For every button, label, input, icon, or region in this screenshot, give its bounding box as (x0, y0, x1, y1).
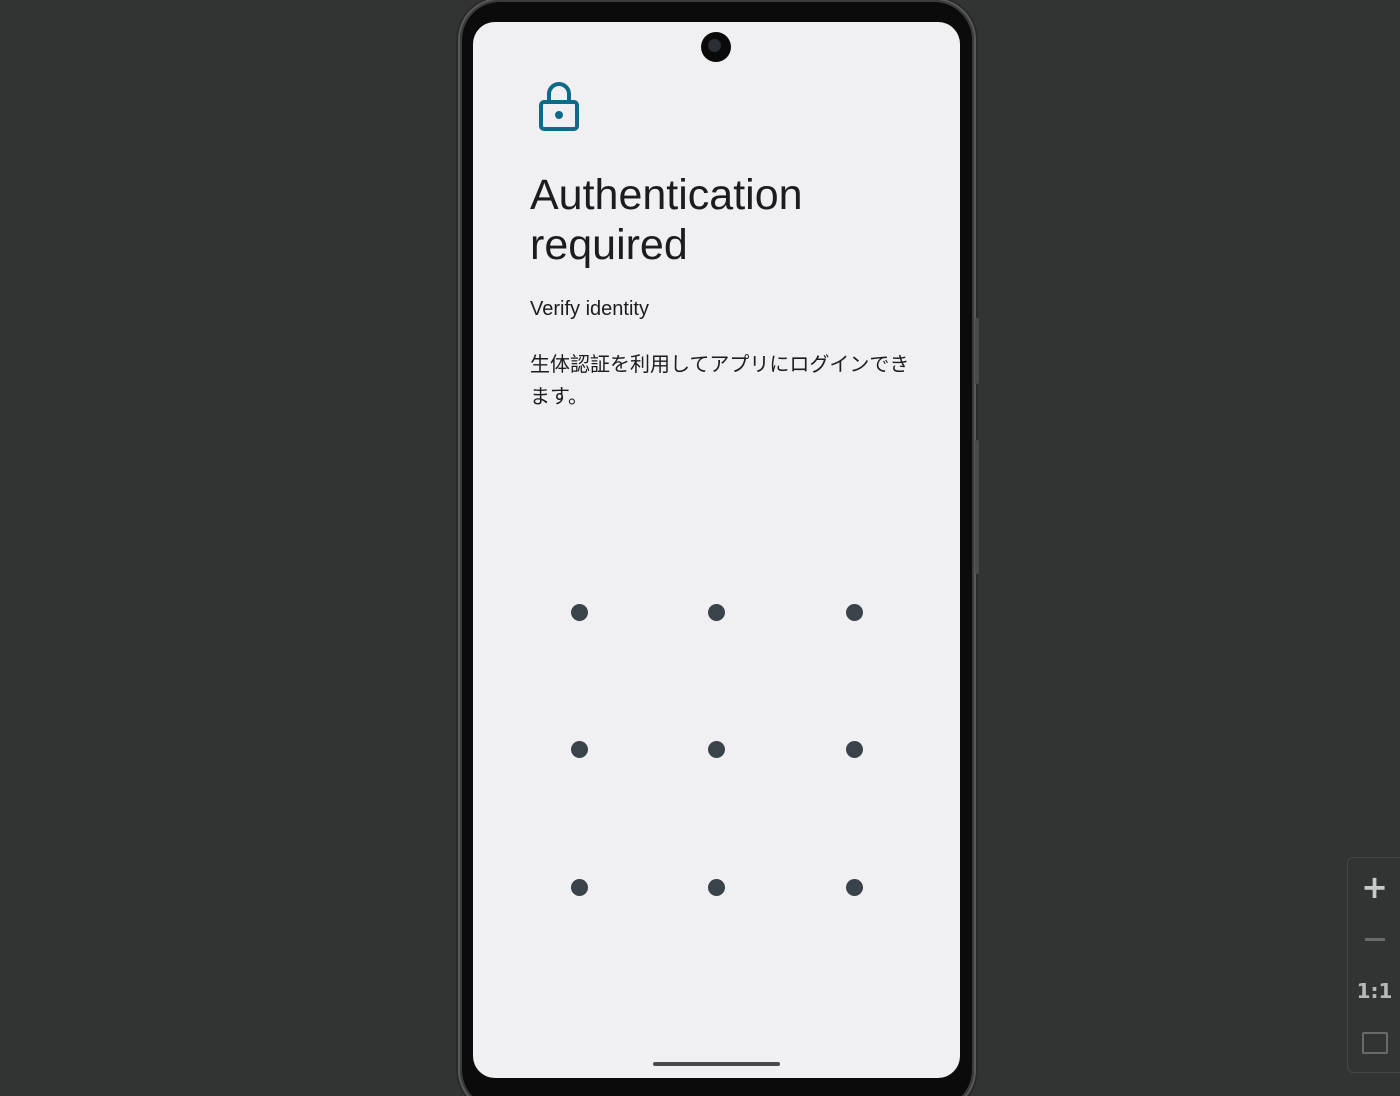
pattern-dot[interactable] (570, 878, 588, 896)
device-screen[interactable]: Authentication required Verify identity … (473, 22, 960, 1078)
actual-size-button[interactable]: 1:1 (1348, 965, 1400, 1017)
fit-screen-icon[interactable] (1348, 1017, 1400, 1069)
pattern-dot[interactable] (707, 878, 725, 896)
emulator-stage: Authentication required Verify identity … (0, 0, 1400, 1096)
pattern-dot[interactable] (707, 603, 725, 621)
zoom-controls: + 1:1 (1347, 857, 1400, 1073)
pattern-dot[interactable] (570, 740, 588, 758)
pattern-dot[interactable] (845, 740, 863, 758)
plus-icon[interactable]: + (1348, 861, 1400, 913)
pattern-dot[interactable] (707, 740, 725, 758)
pattern-dot[interactable] (845, 603, 863, 621)
volume-button[interactable] (975, 440, 979, 574)
minus-icon[interactable] (1348, 913, 1400, 965)
home-indicator[interactable] (653, 1062, 780, 1066)
pattern-dot[interactable] (570, 603, 588, 621)
pattern-grid[interactable] (473, 22, 960, 1078)
power-button[interactable] (975, 318, 979, 384)
pattern-dot[interactable] (845, 878, 863, 896)
